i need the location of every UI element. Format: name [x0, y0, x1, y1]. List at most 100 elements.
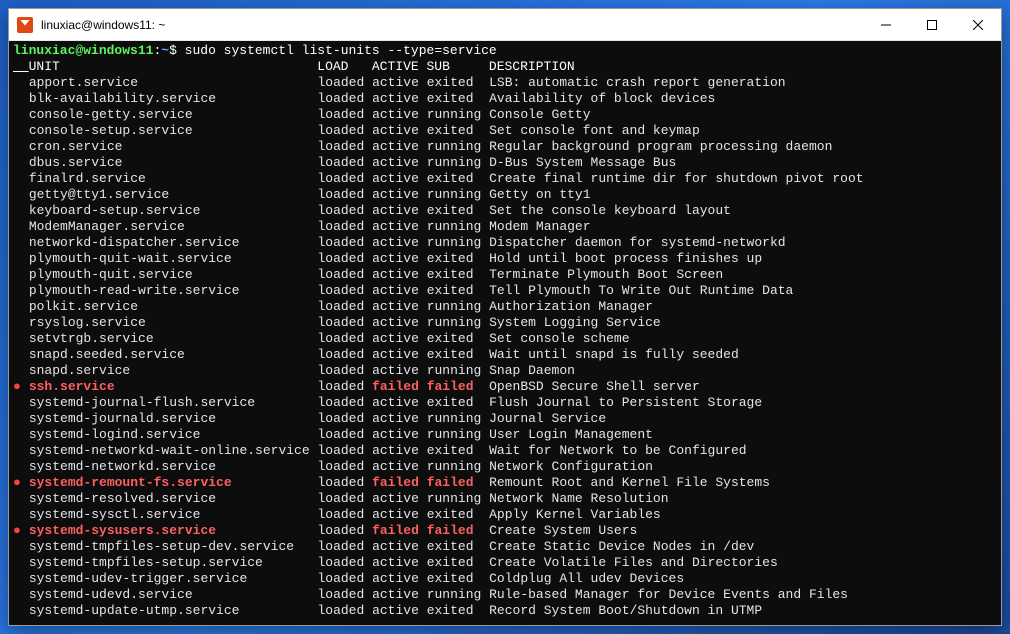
load-state: loaded: [317, 107, 372, 123]
unit-name: cron.service: [29, 139, 318, 155]
active-state: active: [372, 411, 427, 427]
active-state: active: [372, 283, 427, 299]
status-bullet-icon: [13, 347, 21, 363]
unit-description: Network Configuration: [489, 459, 653, 475]
sub-state: running: [427, 107, 489, 123]
table-row: networkd-dispatcher.service loaded activ…: [13, 235, 997, 251]
sub-state: running: [427, 155, 489, 171]
table-row: snapd.seeded.service loaded active exite…: [13, 347, 997, 363]
status-bullet-icon: [13, 187, 21, 203]
table-row: console-getty.service loaded active runn…: [13, 107, 997, 123]
table-row: getty@tty1.service loaded active running…: [13, 187, 997, 203]
sub-state: running: [427, 139, 489, 155]
active-state: active: [372, 555, 427, 571]
active-state: active: [372, 267, 427, 283]
load-state: loaded: [317, 571, 372, 587]
sub-state: running: [427, 299, 489, 315]
unit-description: Getty on tty1: [489, 187, 590, 203]
load-state: loaded: [317, 267, 372, 283]
maximize-button[interactable]: [909, 9, 955, 40]
titlebar[interactable]: linuxiac@windows11: ~: [9, 9, 1001, 41]
sub-state: exited: [427, 267, 489, 283]
unit-name: dbus.service: [29, 155, 318, 171]
load-state: loaded: [317, 539, 372, 555]
unit-description: Coldplug All udev Devices: [489, 571, 684, 587]
load-state: loaded: [317, 411, 372, 427]
prompt-command: sudo systemctl list-units --type=service: [185, 43, 497, 58]
unit-description: D-Bus System Message Bus: [489, 155, 676, 171]
unit-name: polkit.service: [29, 299, 318, 315]
load-state: loaded: [317, 251, 372, 267]
unit-description: Snap Daemon: [489, 363, 575, 379]
status-bullet-icon: [13, 603, 21, 619]
sub-state: exited: [427, 395, 489, 411]
load-state: loaded: [317, 395, 372, 411]
table-row: blk-availability.service loaded active e…: [13, 91, 997, 107]
unit-description: Console Getty: [489, 107, 590, 123]
unit-description: Hold until boot process finishes up: [489, 251, 762, 267]
active-state: active: [372, 251, 427, 267]
unit-name: plymouth-quit-wait.service: [29, 251, 318, 267]
unit-description: Set console font and keymap: [489, 123, 700, 139]
active-state: active: [372, 219, 427, 235]
unit-name: systemd-networkd-wait-online.service: [29, 443, 318, 459]
unit-description: Apply Kernel Variables: [489, 507, 661, 523]
header-load: LOAD: [317, 59, 372, 75]
unit-description: Create System Users: [489, 523, 637, 539]
load-state: loaded: [317, 459, 372, 475]
header-unit: UNIT: [29, 59, 318, 75]
load-state: loaded: [317, 123, 372, 139]
terminal-output[interactable]: linuxiac@windows11:~$ sudo systemctl lis…: [9, 41, 1001, 625]
load-state: loaded: [317, 491, 372, 507]
unit-description: Set console scheme: [489, 331, 629, 347]
active-state: active: [372, 171, 427, 187]
unit-description: Create Volatile Files and Directories: [489, 555, 778, 571]
sub-state: exited: [427, 331, 489, 347]
unit-description: Remount Root and Kernel File Systems: [489, 475, 770, 491]
status-bullet-icon: [13, 107, 21, 123]
load-state: loaded: [317, 363, 372, 379]
load-state: loaded: [317, 331, 372, 347]
table-row: cron.service loaded active running Regul…: [13, 139, 997, 155]
close-button[interactable]: [955, 9, 1001, 40]
unit-name: keyboard-setup.service: [29, 203, 318, 219]
table-row: setvtrgb.service loaded active exited Se…: [13, 331, 997, 347]
unit-name: ModemManager.service: [29, 219, 318, 235]
table-row: dbus.service loaded active running D-Bus…: [13, 155, 997, 171]
active-state: active: [372, 91, 427, 107]
unit-name: systemd-update-utmp.service: [29, 603, 318, 619]
active-state: active: [372, 459, 427, 475]
header-active: ACTIVE: [372, 59, 427, 75]
active-state: active: [372, 491, 427, 507]
window-title: linuxiac@windows11: ~: [41, 18, 863, 32]
table-row: ModemManager.service loaded active runni…: [13, 219, 997, 235]
unit-description: OpenBSD Secure Shell server: [489, 379, 700, 395]
status-bullet-icon: [13, 411, 21, 427]
sub-state: exited: [427, 251, 489, 267]
load-state: loaded: [317, 443, 372, 459]
active-state: active: [372, 443, 427, 459]
load-state: loaded: [317, 315, 372, 331]
unit-name: systemd-sysctl.service: [29, 507, 318, 523]
table-row: apport.service loaded active exited LSB:…: [13, 75, 997, 91]
unit-name: systemd-resolved.service: [29, 491, 318, 507]
unit-description: Dispatcher daemon for systemd-networkd: [489, 235, 785, 251]
active-state: active: [372, 187, 427, 203]
table-row: systemd-sysctl.service loaded active exi…: [13, 507, 997, 523]
unit-description: Flush Journal to Persistent Storage: [489, 395, 762, 411]
active-state: failed: [372, 475, 427, 491]
sub-state: failed: [427, 475, 489, 491]
unit-name: ssh.service: [29, 379, 318, 395]
load-state: loaded: [317, 91, 372, 107]
unit-name: systemd-journal-flush.service: [29, 395, 318, 411]
table-row: systemd-tmpfiles-setup-dev.service loade…: [13, 539, 997, 555]
load-state: loaded: [317, 587, 372, 603]
active-state: active: [372, 299, 427, 315]
header-description: DESCRIPTION: [489, 59, 575, 75]
active-state: active: [372, 395, 427, 411]
status-bullet-icon: [13, 507, 21, 523]
minimize-button[interactable]: [863, 9, 909, 40]
sub-state: exited: [427, 539, 489, 555]
sub-state: running: [427, 219, 489, 235]
sub-state: running: [427, 459, 489, 475]
